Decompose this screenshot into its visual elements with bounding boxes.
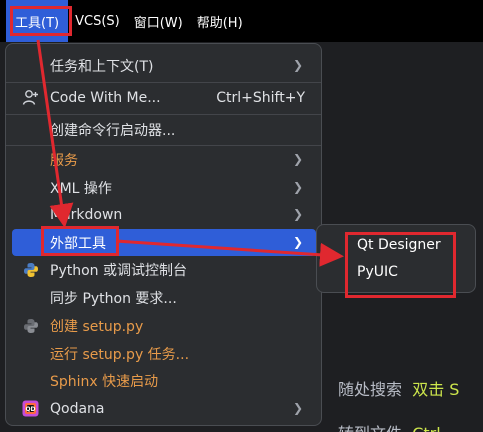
menu-vcs[interactable]: VCS(S)	[68, 0, 127, 42]
menu-item-label: 服务	[50, 152, 78, 169]
menu-item-create-cli-launcher[interactable]: 创建命令行启动器...	[12, 116, 316, 143]
menu-item-label: 创建命令行启动器...	[50, 122, 176, 139]
menu-item-label: 运行 setup.py 任务...	[50, 346, 190, 363]
menu-divider	[6, 82, 321, 83]
menu-item-label: Python 或调试控制台	[50, 262, 187, 279]
goto-file-hint: 转到文件 Ctrl	[338, 420, 441, 432]
hint-label: 随处搜索	[338, 380, 403, 399]
menu-item-sphinx-quickstart[interactable]: Sphinx 快速启动	[12, 367, 316, 394]
menu-item-create-setup-py[interactable]: 创建 setup.py	[12, 312, 316, 339]
menu-item-code-with-me[interactable]: Code With Me... Ctrl+Shift+Y	[12, 84, 316, 111]
menu-item-label: 创建 setup.py	[50, 318, 144, 335]
annotation-box-submenu	[345, 232, 456, 298]
search-everywhere-hint: 随处搜索 双击 S	[338, 376, 459, 400]
menu-item-label: 同步 Python 要求...	[50, 290, 177, 307]
menu-item-tasks-context[interactable]: 任务和上下文(T) ❯	[12, 52, 316, 79]
menu-item-xml-actions[interactable]: XML 操作 ❯	[12, 174, 316, 201]
menu-window[interactable]: 窗口(W)	[127, 0, 190, 42]
chevron-right-icon: ❯	[292, 152, 304, 166]
chevron-right-icon: ❯	[292, 401, 304, 415]
menu-item-label: 任务和上下文(T)	[50, 58, 154, 75]
menu-item-services[interactable]: 服务 ❯	[12, 146, 316, 173]
menu-item-label: XML 操作	[50, 180, 112, 197]
chevron-right-icon: ❯	[292, 207, 304, 221]
menu-bar: 工具(T) VCS(S) 窗口(W) 帮助(H)	[0, 0, 483, 42]
menu-item-label: Code With Me...	[50, 89, 161, 106]
qodana-icon: QD	[21, 399, 40, 418]
menu-divider	[6, 114, 321, 115]
chevron-right-icon: ❯	[292, 235, 304, 249]
annotation-box-tools	[10, 6, 72, 36]
hint-label-2: 转到文件	[338, 424, 402, 432]
python-icon	[21, 260, 40, 279]
add-user-icon	[21, 88, 40, 107]
menu-item-python-console[interactable]: Python 或调试控制台	[12, 256, 316, 283]
hint-shortcut: 双击 S	[412, 380, 460, 399]
menu-item-sync-python-requirements[interactable]: 同步 Python 要求...	[12, 284, 316, 311]
menu-vcs-label: VCS(S)	[75, 13, 120, 29]
tools-dropdown-menu: 任务和上下文(T) ❯ Code With Me... Ctrl+Shift+Y…	[5, 43, 322, 426]
menu-tools[interactable]: 工具(T)	[6, 0, 72, 42]
menu-item-label: Qodana	[50, 400, 105, 417]
menu-window-label: 窗口(W)	[133, 15, 183, 31]
menu-help-label: 帮助(H)	[196, 15, 243, 31]
hint-shortcut-2: Ctrl	[412, 424, 440, 432]
chevron-right-icon: ❯	[292, 58, 304, 72]
svg-text:QD: QD	[25, 406, 35, 413]
external-tools-submenu: Qt Designer PyUIC	[316, 224, 476, 298]
annotation-box-external-tools	[41, 226, 119, 256]
menu-item-label: Markdown	[50, 206, 123, 223]
menu-item-markdown[interactable]: Markdown ❯	[12, 201, 316, 228]
menu-help[interactable]: 帮助(H)	[190, 0, 250, 42]
menu-item-shortcut: Ctrl+Shift+Y	[216, 89, 305, 106]
python-icon	[21, 316, 40, 335]
menu-item-qodana[interactable]: QD Qodana ❯	[12, 395, 316, 422]
menu-item-label: Sphinx 快速启动	[50, 373, 159, 390]
chevron-right-icon: ❯	[292, 180, 304, 194]
menu-item-run-setup-py-task[interactable]: 运行 setup.py 任务...	[12, 340, 316, 367]
